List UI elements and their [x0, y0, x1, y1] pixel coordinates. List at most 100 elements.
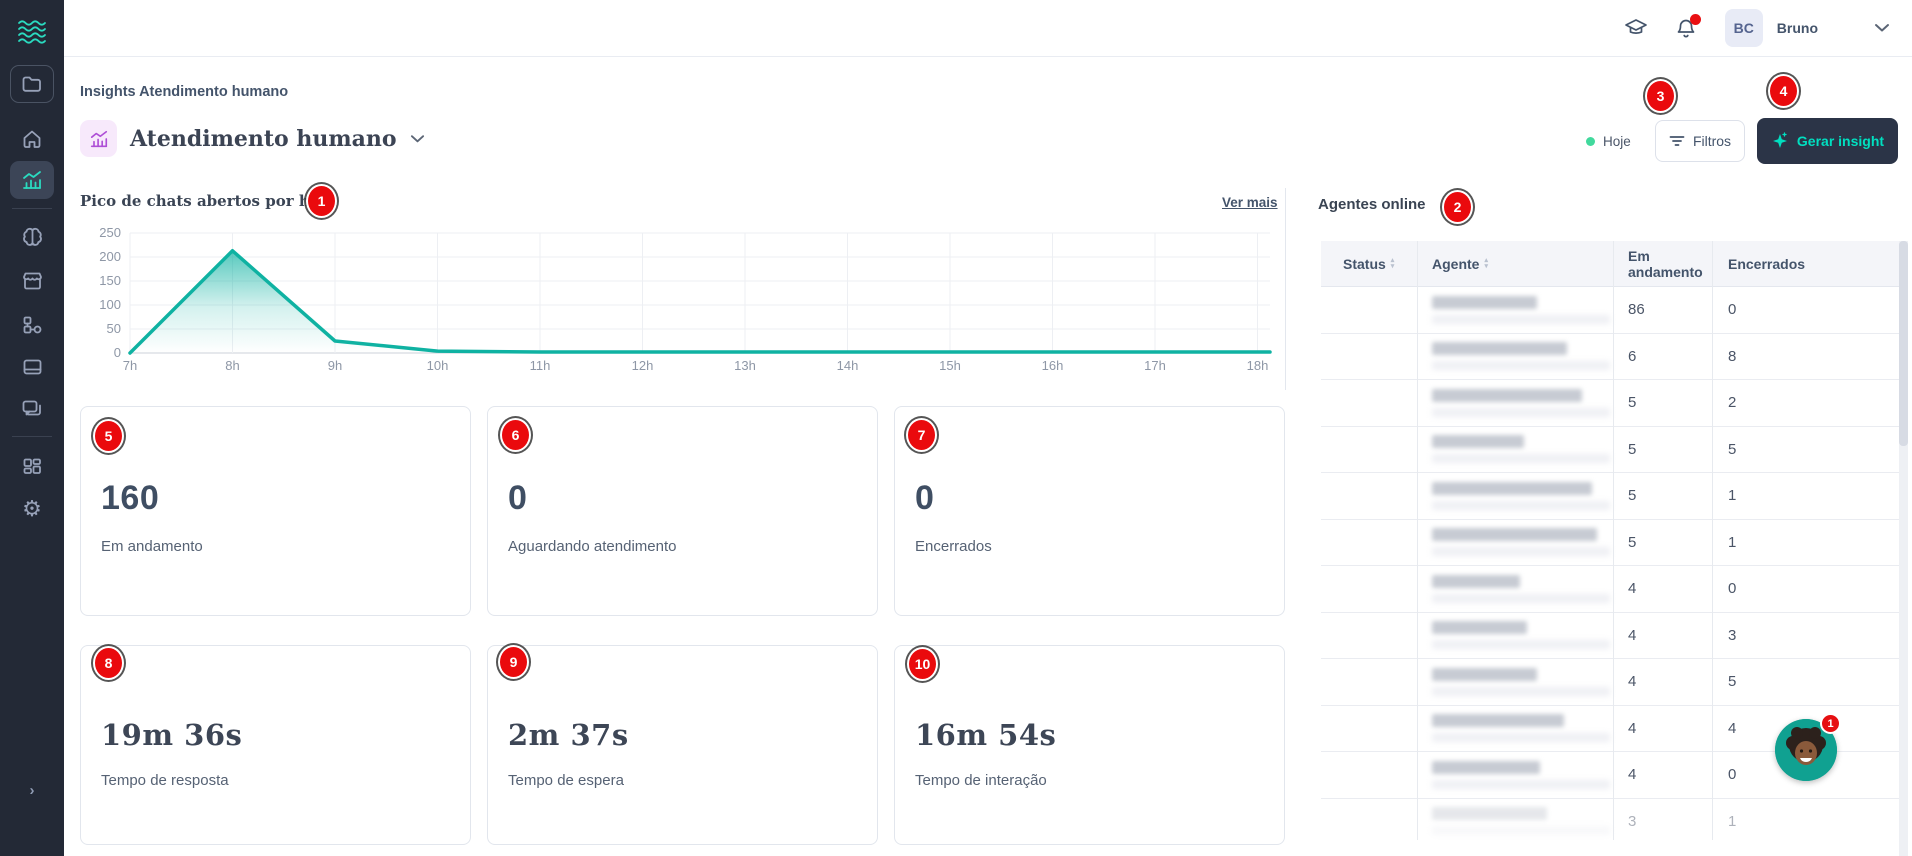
annotation-badge-9: 9 — [498, 645, 529, 679]
agent-subtext-redacted — [1432, 593, 1610, 603]
avatar[interactable]: BC — [1724, 9, 1763, 47]
filter-lines-icon — [1669, 136, 1685, 146]
em-andamento-value: 4 — [1628, 580, 1637, 598]
annotation-badge-7: 7 — [906, 418, 937, 452]
agent-subtext-redacted — [1432, 407, 1610, 417]
table-row[interactable]: 86 0 — [1321, 287, 1899, 334]
insights-chart-icon — [23, 171, 41, 189]
sidebar: ⚙ › — [0, 0, 64, 856]
svg-text:7h: 7h — [123, 358, 137, 373]
column-header-em-andamento[interactable]: Em andamento — [1613, 248, 1712, 280]
em-andamento-value: 4 — [1628, 626, 1637, 644]
sidebar-item-home[interactable] — [0, 122, 64, 156]
svg-text:16h: 16h — [1042, 358, 1064, 373]
sort-icon: ▴ ▾ — [1390, 256, 1395, 270]
avatar-initials: BC — [1733, 20, 1754, 36]
period-status-dot — [1586, 137, 1595, 146]
table-row[interactable]: 31 — [1321, 799, 1899, 841]
em-andamento-value: 5 — [1628, 440, 1637, 458]
stat-card-aguardando-atendimento: 0 Aguardando atendimento — [487, 406, 878, 616]
em-andamento-value: 4 — [1628, 719, 1637, 737]
annotation-badge-6: 6 — [500, 418, 531, 452]
svg-text:50: 50 — [107, 321, 121, 336]
table-row[interactable]: 55 — [1321, 427, 1899, 473]
support-chat-widget[interactable]: 1 — [1775, 713, 1841, 781]
em-andamento-value: 4 — [1628, 766, 1637, 784]
sidebar-divider — [12, 436, 52, 437]
table-row[interactable]: 45 — [1321, 659, 1899, 706]
sidebar-item-insights[interactable] — [0, 160, 64, 200]
user-menu-button[interactable] — [1874, 23, 1890, 33]
table-row[interactable]: 40 — [1321, 566, 1899, 613]
title-dropdown-chevron-icon[interactable] — [410, 134, 425, 144]
sidebar-item-store[interactable] — [0, 264, 64, 298]
column-header-agente[interactable]: Agente ▴ ▾ — [1417, 256, 1613, 272]
table-row[interactable]: 51 — [1321, 520, 1899, 566]
sidebar-item-settings[interactable]: ⚙ — [0, 492, 64, 526]
column-header-status[interactable]: Status ▴ ▾ — [1321, 256, 1417, 272]
app-root: ⚙ › BC Bruno Insights Atendimento humano… — [0, 0, 1912, 856]
brand-logo-waves-icon[interactable] — [0, 14, 64, 48]
em-andamento-value: 5 — [1628, 533, 1637, 551]
chevron-down-icon — [1875, 24, 1889, 32]
see-more-link[interactable]: Ver mais — [1222, 195, 1278, 210]
agent-name-redacted — [1432, 667, 1537, 681]
filters-button[interactable]: Filtros — [1655, 120, 1745, 162]
academy-button[interactable] — [1623, 17, 1649, 39]
agent-name-redacted — [1432, 574, 1520, 588]
sidebar-item-contents[interactable] — [0, 64, 64, 104]
agent-subtext-redacted — [1432, 640, 1610, 650]
gear-icon: ⚙ — [22, 496, 42, 521]
annotation-badge-10: 10 — [907, 647, 938, 681]
sidebar-item-apps[interactable] — [0, 450, 64, 484]
column-header-encerrados[interactable]: Encerrados — [1712, 256, 1899, 272]
agent-name-redacted — [1432, 342, 1567, 356]
svg-text:150: 150 — [99, 273, 121, 288]
stat-label: Tempo de espera — [508, 772, 624, 789]
sidebar-expand-button[interactable]: › — [0, 776, 64, 804]
sort-icon: ▴ ▾ — [1484, 256, 1488, 270]
em-andamento-value: 5 — [1628, 487, 1637, 505]
encerrados-value: 0 — [1728, 301, 1737, 319]
user-name: Bruno — [1776, 20, 1818, 36]
notifications-button[interactable] — [1675, 13, 1701, 40]
area-chart-canvas: 0 50 100 150 200 250 7h 8h 9h 10h 11h 12h 13h 14h 15h 1… — [99, 225, 1272, 373]
stat-value: 19m 36s — [101, 718, 243, 752]
sidebar-item-ai[interactable] — [0, 220, 64, 254]
svg-text:15h: 15h — [939, 358, 961, 373]
notification-badge-dot — [1689, 13, 1701, 25]
table-row[interactable]: 43 — [1321, 613, 1899, 659]
insights-purple-icon — [80, 120, 117, 157]
agent-name-redacted — [1432, 435, 1524, 449]
table-row[interactable]: 51 — [1321, 473, 1899, 520]
stat-value: 0 — [915, 479, 935, 517]
table-row[interactable]: 68 — [1321, 334, 1899, 380]
encerrados-value: 3 — [1728, 626, 1737, 644]
encerrados-value: 2 — [1728, 394, 1737, 412]
agent-name-redacted — [1432, 528, 1597, 542]
annotation-badge-8: 8 — [93, 646, 124, 680]
stat-label: Tempo de resposta — [101, 772, 229, 789]
graduation-cap-icon — [1624, 19, 1647, 34]
stat-value: 16m 54s — [915, 718, 1057, 752]
table-row[interactable]: 52 — [1321, 380, 1899, 427]
sidebar-item-chats[interactable] — [0, 392, 64, 426]
agent-subtext-redacted — [1432, 779, 1610, 789]
annotation-badge-4: 4 — [1768, 74, 1799, 108]
encerrados-value: 0 — [1728, 580, 1737, 598]
agents-scrollbar-thumb[interactable] — [1899, 241, 1908, 446]
breadcrumb: Insights Atendimento humano — [80, 84, 289, 100]
agent-name-redacted — [1432, 295, 1537, 309]
table-column-divider — [1417, 241, 1418, 840]
peak-chats-chart: 0 50 100 150 200 250 7h 8h 9h 10h 11h 12h 13h 14h 15h 1… — [88, 225, 1286, 381]
annotation-badge-5: 5 — [93, 419, 124, 453]
agent-subtext-redacted — [1432, 826, 1610, 836]
annotation-badge-2: 2 — [1442, 190, 1473, 224]
sidebar-item-desk[interactable] — [0, 350, 64, 384]
generate-insight-label: Gerar insight — [1796, 133, 1885, 149]
generate-insight-button[interactable]: Gerar insight — [1757, 118, 1898, 164]
sidebar-item-flows[interactable] — [0, 308, 64, 342]
period-label: Hoje — [1603, 134, 1631, 149]
filters-button-label: Filtros — [1692, 133, 1732, 149]
svg-text:0: 0 — [114, 345, 121, 360]
